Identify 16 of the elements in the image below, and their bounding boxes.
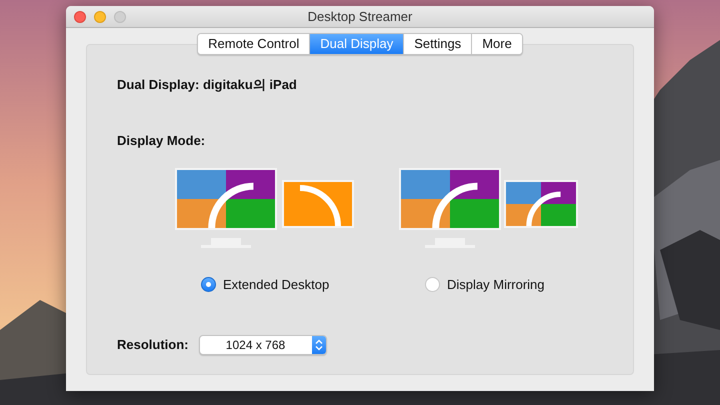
display-mode-label: Display Mode: bbox=[117, 132, 206, 150]
radio-label: Extended Desktop bbox=[223, 276, 330, 294]
resolution-label: Resolution: bbox=[117, 336, 188, 354]
stepper-icon bbox=[312, 336, 326, 354]
radio-button[interactable] bbox=[425, 277, 440, 292]
zoom-button[interactable] bbox=[114, 11, 126, 23]
resolution-dropdown[interactable]: 1024 x 768 bbox=[198, 334, 326, 354]
radio-label: Display Mirroring bbox=[447, 276, 545, 294]
minimize-button[interactable] bbox=[94, 11, 106, 23]
close-button[interactable] bbox=[74, 11, 86, 23]
tab[interactable]: Remote Control bbox=[198, 34, 310, 54]
tab[interactable]: More bbox=[471, 34, 522, 54]
radio-button[interactable] bbox=[201, 277, 216, 292]
tab[interactable]: Settings bbox=[403, 34, 472, 54]
window-title: Desktop Streamer bbox=[308, 8, 412, 26]
heading: Dual Display: digitaku의 iPad bbox=[117, 76, 298, 94]
